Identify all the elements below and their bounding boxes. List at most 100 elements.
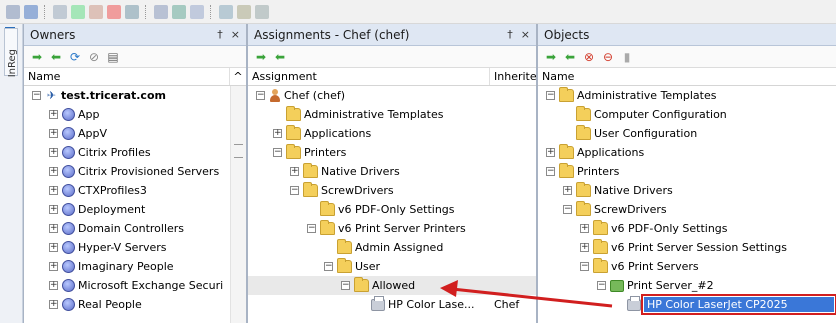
tree-node[interactable]: + Native Drivers: [538, 181, 836, 200]
tree-node[interactable]: HP Color Lase... Chef: [248, 295, 536, 314]
expand-icon[interactable]: +: [49, 205, 58, 214]
tree-node[interactable]: + Native Drivers: [248, 162, 536, 181]
expand-icon[interactable]: +: [563, 186, 572, 195]
expand-icon[interactable]: +: [49, 167, 58, 176]
inherited-column[interactable]: Inherite: [490, 68, 536, 85]
refresh-icon[interactable]: ⟳: [68, 50, 82, 64]
expand-icon[interactable]: +: [49, 129, 58, 138]
tree-node[interactable]: + Microsoft Exchange Securi: [24, 276, 246, 295]
tree-node[interactable]: + Citrix Profiles: [24, 143, 246, 162]
tree-node[interactable]: + v6 Print Server Session Settings: [538, 238, 836, 257]
collapse-icon[interactable]: −: [273, 148, 282, 157]
owners-name-column[interactable]: Name: [24, 68, 230, 85]
document-icon[interactable]: ▤: [106, 50, 120, 64]
collapse-icon[interactable]: −: [307, 224, 316, 233]
tree-node[interactable]: − Print Server_#2: [538, 276, 836, 295]
tree-node[interactable]: + Citrix Provisioned Servers: [24, 162, 246, 181]
collapse-icon[interactable]: −: [256, 91, 265, 100]
expand-icon[interactable]: +: [49, 262, 58, 271]
view2-icon[interactable]: [172, 4, 186, 19]
tree-node[interactable]: + AppV: [24, 124, 246, 143]
owners-close-icon[interactable]: ×: [231, 28, 240, 41]
collapse-icon[interactable]: −: [546, 91, 555, 100]
collapse-icon[interactable]: −: [341, 281, 350, 290]
delete-icon[interactable]: [107, 4, 121, 19]
forward-arrow-icon[interactable]: ➡: [254, 50, 268, 64]
tree-node[interactable]: Admin Assigned: [248, 238, 536, 257]
report-icon[interactable]: [190, 4, 204, 19]
tree-node[interactable]: − Printers: [248, 143, 536, 162]
info-icon[interactable]: [237, 4, 251, 19]
forward-arrow-icon[interactable]: ➡: [30, 50, 44, 64]
expand-icon[interactable]: +: [580, 224, 589, 233]
collapse-icon[interactable]: −: [32, 91, 41, 100]
expand-icon[interactable]: +: [49, 110, 58, 119]
tree-node[interactable]: − ✈ test.tricerat.com: [24, 86, 246, 105]
tree-node[interactable]: − v6 Print Servers: [538, 257, 836, 276]
grid-icon[interactable]: [125, 4, 139, 19]
tree-node[interactable]: − ScrewDrivers: [538, 200, 836, 219]
collapse-icon[interactable]: −: [580, 262, 589, 271]
owners-scrollbar[interactable]: [230, 86, 246, 323]
back-arrow-icon[interactable]: ⬅: [49, 50, 63, 64]
tree-node[interactable]: + Domain Controllers: [24, 219, 246, 238]
forward-icon[interactable]: [24, 4, 38, 19]
tree-node[interactable]: v6 PDF-Only Settings: [248, 200, 536, 219]
owners-scrollbar-thumb[interactable]: [234, 144, 243, 158]
tree-node[interactable]: + v6 PDF-Only Settings: [538, 219, 836, 238]
tree-node[interactable]: + Applications: [538, 143, 836, 162]
collapse-icon[interactable]: −: [597, 281, 606, 290]
tree-node[interactable]: + CTXProfiles3: [24, 181, 246, 200]
tree-node[interactable]: − Allowed: [248, 276, 536, 295]
back-arrow-icon[interactable]: ⬅: [563, 50, 577, 64]
stop-icon[interactable]: ⊖: [601, 50, 615, 64]
tree-node[interactable]: − ScrewDrivers: [248, 181, 536, 200]
objects-name-column[interactable]: Name: [538, 68, 836, 85]
properties-icon[interactable]: [89, 4, 103, 19]
expand-icon[interactable]: +: [49, 148, 58, 157]
view-icon[interactable]: [154, 4, 168, 19]
side-tab-inreg[interactable]: InReg: [4, 28, 18, 77]
assignments-close-icon[interactable]: ×: [521, 28, 530, 41]
tree-node[interactable]: + Deployment: [24, 200, 246, 219]
expand-icon[interactable]: +: [580, 243, 589, 252]
expand-icon[interactable]: +: [49, 224, 58, 233]
tree-node[interactable]: + App: [24, 105, 246, 124]
expand-icon[interactable]: +: [49, 186, 58, 195]
scroll-up-icon[interactable]: ^: [230, 68, 246, 85]
tree-node[interactable]: User Configuration: [538, 124, 836, 143]
expand-icon[interactable]: +: [546, 148, 555, 157]
connect-icon[interactable]: [71, 4, 85, 19]
assignments-column-header[interactable]: Assignment Inherite: [248, 68, 536, 86]
tree-node[interactable]: Computer Configuration: [538, 105, 836, 124]
objects-column-header[interactable]: Name: [538, 68, 836, 86]
tree-node[interactable]: + Imaginary People: [24, 257, 246, 276]
tree-node[interactable]: − Administrative Templates: [538, 86, 836, 105]
back-arrow-icon[interactable]: ⬅: [273, 50, 287, 64]
back-icon[interactable]: [6, 4, 20, 19]
tree-node[interactable]: − Chef (chef): [248, 86, 536, 105]
assignments-pin-icon[interactable]: †: [507, 28, 513, 41]
collapse-icon[interactable]: −: [546, 167, 555, 176]
tree-node[interactable]: + Real People: [24, 295, 246, 314]
tree-node[interactable]: − User: [248, 257, 536, 276]
tree-node[interactable]: HP Color LaserJet CP2025: [538, 294, 836, 315]
tools-icon[interactable]: [255, 4, 269, 19]
owners-column-header[interactable]: Name ^: [24, 68, 246, 86]
help-icon[interactable]: [219, 4, 233, 19]
assignment-column[interactable]: Assignment: [248, 68, 490, 85]
collapse-icon[interactable]: −: [290, 186, 299, 195]
disconnect-icon[interactable]: ⊘: [87, 50, 101, 64]
owners-pin-icon[interactable]: †: [217, 28, 223, 41]
expand-icon[interactable]: +: [49, 281, 58, 290]
expand-icon[interactable]: +: [49, 300, 58, 309]
tree-node[interactable]: + Hyper-V Servers: [24, 238, 246, 257]
clear-icon[interactable]: ▮: [620, 50, 634, 64]
expand-icon[interactable]: +: [49, 243, 58, 252]
tree-node[interactable]: Administrative Templates: [248, 105, 536, 124]
collapse-icon[interactable]: −: [563, 205, 572, 214]
expand-icon[interactable]: +: [273, 129, 282, 138]
refresh-icon[interactable]: [53, 4, 67, 19]
forward-arrow-icon[interactable]: ➡: [544, 50, 558, 64]
tree-node[interactable]: + Applications: [248, 124, 536, 143]
